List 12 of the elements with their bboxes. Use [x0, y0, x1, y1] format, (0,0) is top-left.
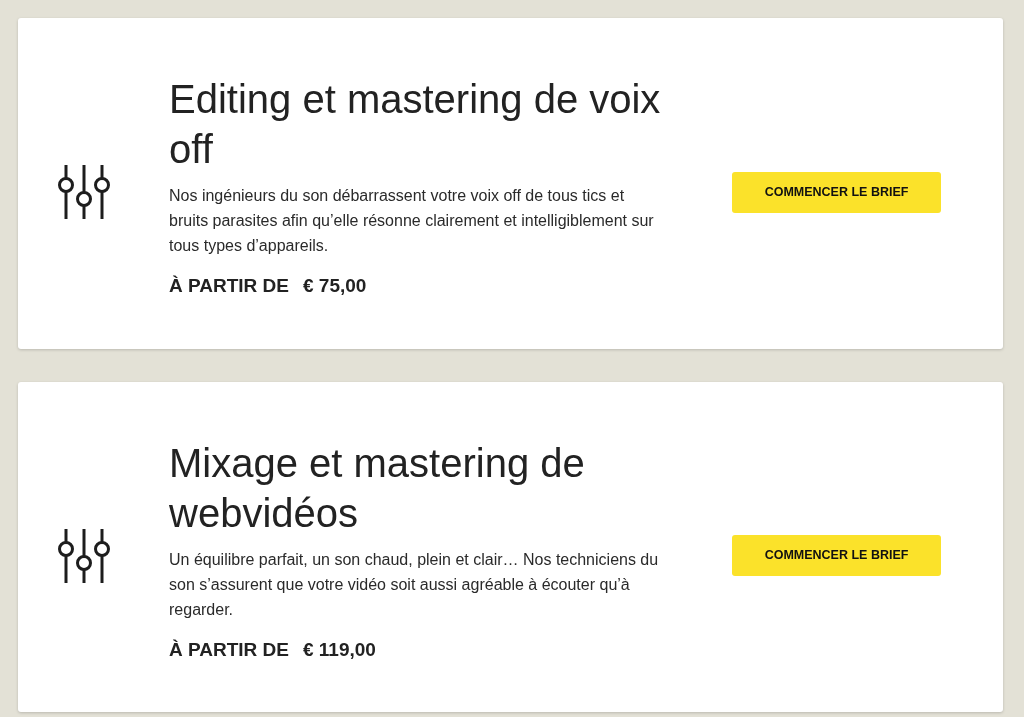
service-description: Un équilibre parfait, un son chaud, plein et clair… Nos techniciens du son s’assurent que votre vidéo soit aussi agréable à écouter qu’à regarder.	[169, 549, 660, 620]
price-label: À PARTIR DE	[169, 637, 289, 662]
service-title: Editing et mastering de voix off	[169, 76, 662, 173]
service-title: Mixage et mastering de webvidéos	[169, 439, 586, 537]
sliders-icon	[58, 165, 110, 220]
price: € 75,00	[303, 274, 367, 298]
sliders-icon	[58, 528, 110, 583]
price-label: À PARTIR DE	[169, 274, 289, 298]
service-description: Nos ingénieurs du son débarrassent votre voix off de tous tics et bruits parasites afin qu’elle résonne clairement et intelligiblement sur tous types d’appareils.	[169, 186, 655, 256]
price: € 119,00	[303, 637, 376, 662]
start-brief-button[interactable]: COMMENCER LE BRIEF	[732, 535, 941, 577]
start-brief-button[interactable]: COMMENCER LE BRIEF	[732, 171, 941, 213]
